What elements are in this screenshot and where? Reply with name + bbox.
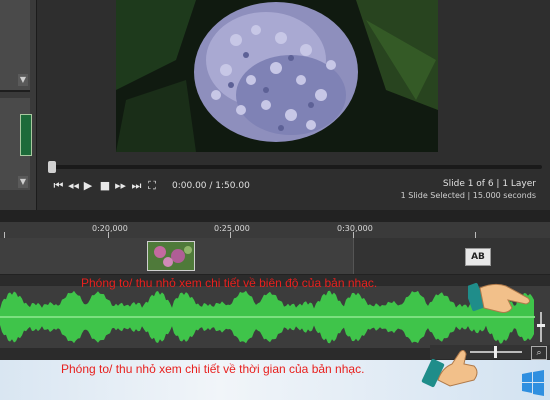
ruler-label: 0:20,000 [92, 224, 128, 233]
ruler-label: 0:30,000 [337, 224, 373, 233]
fullscreen-icon[interactable]: ⛶ [146, 180, 158, 192]
empty-slide-area[interactable] [353, 238, 550, 274]
timeline-slide-thumbnail[interactable] [147, 241, 195, 271]
windows-logo-icon [522, 370, 544, 396]
rewind-icon[interactable]: ◀◀ [67, 180, 80, 192]
audio-waveform [0, 290, 535, 344]
ruler-label: 0:25,000 [214, 224, 250, 233]
preview-image [116, 0, 438, 152]
playback-scrubber[interactable] [48, 165, 542, 169]
annotation-time: Phóng to/ thu nhỏ xem chi tiết về thời g… [61, 362, 365, 376]
caption-slide-thumbnail[interactable]: AB [465, 248, 491, 266]
pointing-hand-icon [468, 282, 531, 313]
panel-divider[interactable] [0, 210, 550, 222]
slide-thumbnail[interactable] [20, 114, 32, 156]
time-ruler[interactable] [0, 222, 550, 239]
zoom-search-icon[interactable]: ⌕ [531, 346, 547, 360]
amplitude-zoom-slider[interactable] [536, 312, 546, 342]
play-icon[interactable]: ▶ [82, 180, 94, 192]
flower-thumbnail-icon [148, 242, 194, 270]
scroll-down-arrow-icon[interactable]: ▼ [18, 74, 28, 86]
time-zoom-knob[interactable] [494, 346, 497, 358]
slide-info: Slide 1 of 6 | 1 Layer [442, 179, 536, 189]
skip-to-start-icon[interactable]: ⏮ [52, 180, 65, 192]
stop-icon[interactable]: ■ [99, 180, 111, 192]
scrubber-handle[interactable] [48, 161, 56, 173]
selection-info: 1 Slide Selected | 15.000 seconds [400, 191, 536, 200]
time-readout: 0:00.00 / 1:50.00 [172, 181, 250, 191]
waveform-centerline [0, 316, 535, 318]
annotation-amplitude: Phóng to/ thu nhỏ xem chi tiết về biên đ… [81, 276, 378, 290]
scroll-down-arrow-icon[interactable]: ▼ [18, 176, 28, 188]
fast-forward-icon[interactable]: ▶▶ [114, 180, 127, 192]
hydrangea-photo [116, 0, 438, 152]
skip-to-end-icon[interactable]: ⏭ [130, 180, 143, 192]
pointing-hand-icon [421, 350, 478, 388]
